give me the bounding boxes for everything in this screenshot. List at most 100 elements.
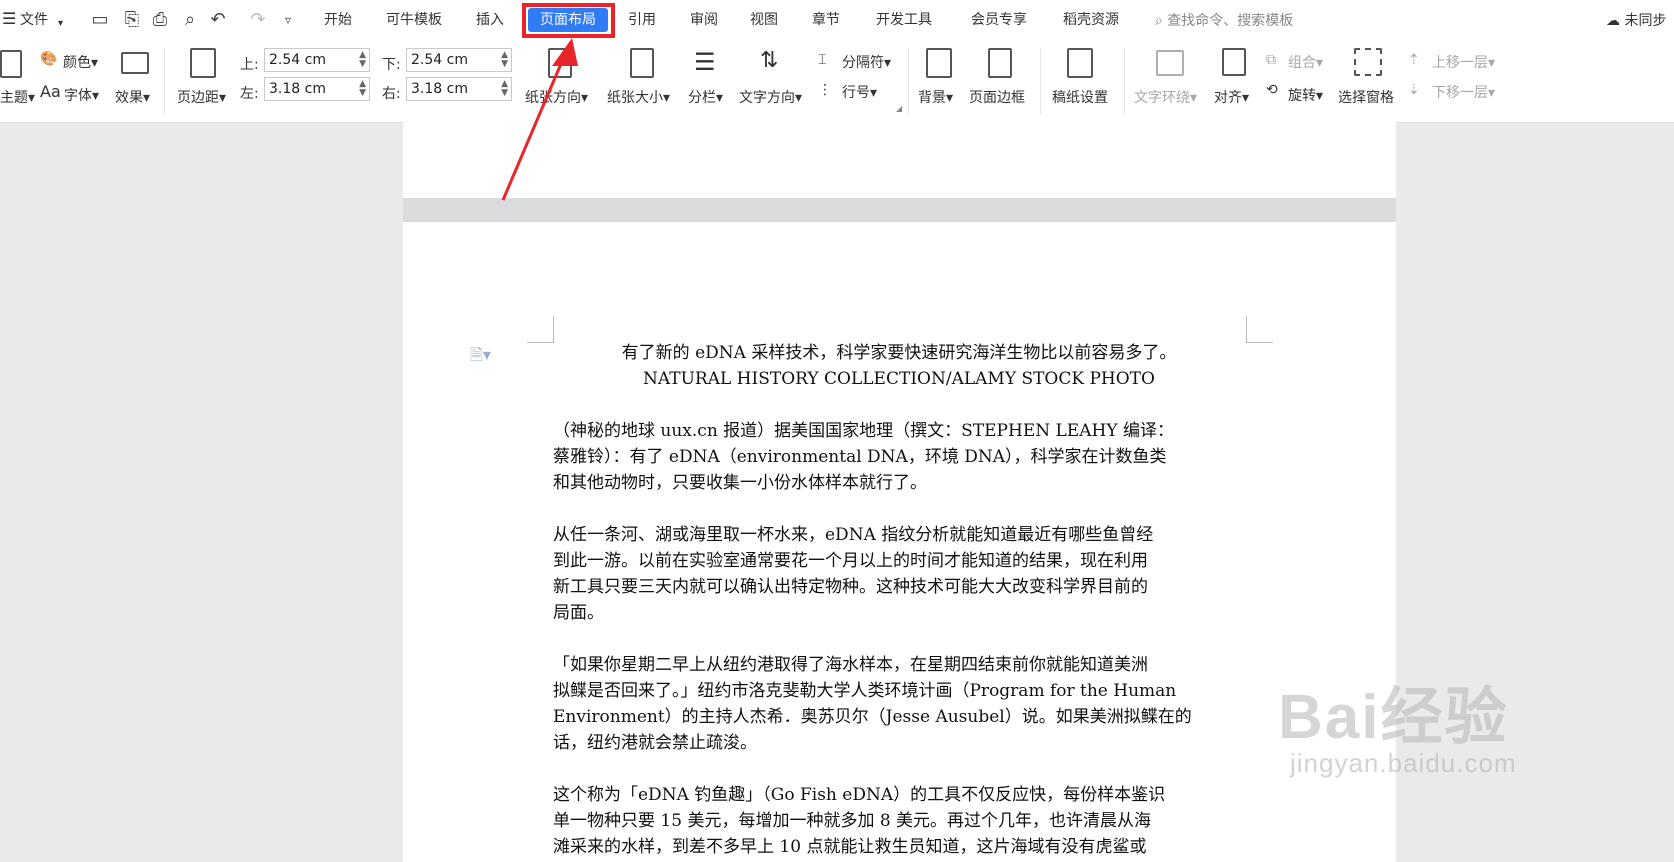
wrap-text-icon[interactable] [1156, 50, 1184, 76]
selection-pane-button[interactable]: 选择窗格 [1338, 87, 1394, 107]
ribbon-separator [164, 48, 165, 114]
page-border-icon[interactable] [988, 48, 1012, 78]
send-backward-icon: ⇣ [1408, 82, 1420, 98]
columns-icon: ☰ [694, 48, 716, 76]
image-caption-line-1: 有了新的 eDNA 采样技术，科学家要快速研究海洋生物比以前容易多了。 [621, 343, 1177, 363]
page-border-button[interactable]: 页面边框 [969, 87, 1025, 107]
tab-developer[interactable]: 开发工具 [876, 10, 932, 30]
customize-toolbar-icon[interactable]: ▿ [278, 10, 298, 30]
effect-button[interactable]: 效果▾ [115, 87, 150, 107]
margin-top-input[interactable]: 2.54 cm ▲ ▼ [264, 48, 370, 72]
document-body[interactable]: 有了新的 eDNA 采样技术，科学家要快速研究海洋生物比以前容易多了。 NATU… [553, 340, 1245, 860]
margin-right-input[interactable]: 3.18 cm ▲ ▼ [406, 77, 512, 101]
font-aa-icon: Aa [40, 82, 61, 101]
manuscript-icon[interactable] [1067, 48, 1093, 78]
wrap-text-button[interactable]: 文字环绕▾ [1134, 87, 1197, 107]
text-line: 这个称为「eDNA 钓鱼趣」（Go Fish eDNA）的工具不仅反应快，每份样… [553, 785, 1166, 805]
text-direction-icon: ⇅ [760, 48, 779, 73]
file-menu[interactable]: 文件 [20, 10, 48, 30]
paragraph-handle-icon[interactable]: 🗎▾ [470, 344, 491, 371]
image-caption-line-2: NATURAL HISTORY COLLECTION/ALAMY STOCK P… [643, 369, 1155, 389]
margin-bottom-label: 下: [382, 57, 401, 73]
save-icon[interactable]: ▭ [90, 10, 110, 30]
baidu-watermark-logo: Bai经验 [1278, 683, 1509, 752]
background-icon[interactable] [926, 48, 952, 78]
margin-right-spinner-icon[interactable]: ▲ ▼ [501, 80, 508, 98]
send-backward-button[interactable]: 下移一层▾ [1432, 82, 1495, 102]
bring-forward-button[interactable]: 上移一层▾ [1432, 52, 1495, 72]
paragraph: 「如果你星期二早上从纽约港取得了海水样本，在星期四结束前你就能知道美洲 拟鲽是否… [553, 652, 1245, 756]
paragraph: 这个称为「eDNA 钓鱼趣」（Go Fish eDNA）的工具不仅反应快，每份样… [553, 782, 1245, 860]
print-preview-icon[interactable]: ⌕ [180, 10, 200, 30]
highlight-box [522, 3, 615, 38]
tab-templates[interactable]: 可牛模板 [386, 10, 442, 30]
selection-pane-icon[interactable] [1354, 48, 1382, 76]
margin-left-spinner-icon[interactable]: ▲ ▼ [359, 80, 366, 98]
margin-bottom-input[interactable]: 2.54 cm ▲ ▼ [406, 48, 512, 72]
effect-icon[interactable] [121, 52, 149, 74]
columns-button[interactable]: 分栏▾ [688, 87, 723, 107]
baidu-watermark-url: jingyan.baidu.com [1290, 748, 1517, 778]
paper-size-button[interactable]: 纸张大小▾ [607, 87, 670, 107]
page-setup-launcher-icon[interactable]: ◢ [896, 104, 902, 113]
text-line: 话，纽约港就会禁止疏浚。 [553, 733, 757, 753]
paragraph: 从任一条河、湖或海里取一杯水来，eDNA 指纹分析就能知道最近有哪些鱼曾经 到此… [553, 522, 1245, 626]
breaks-button[interactable]: 分隔符▾ [842, 52, 891, 72]
margin-bottom-spinner-icon[interactable]: ▲ ▼ [501, 51, 508, 69]
group-button[interactable]: 组合▾ [1288, 52, 1323, 72]
palette-icon: 🎨 [40, 51, 58, 67]
tab-insert[interactable]: 插入 [476, 10, 504, 30]
theme-icon[interactable] [0, 50, 22, 78]
background-button[interactable]: 背景▾ [918, 87, 953, 107]
text-line: 到此一游。以前在实验室通常要花一个月以上的时间才能知道的结果，现在利用 [553, 551, 1148, 571]
text-line: 滩采来的水样，到差不多早上 10 点就能让救生员知道，这片海域有没有虎鲨或 [553, 837, 1147, 857]
crop-mark-top-right [1246, 316, 1273, 343]
file-menu-chevron-down-icon[interactable]: ▾ [58, 14, 63, 34]
menu-bar: ☰ 文件 ▾ ▭ ⎘ ⎙ ⌕ ↶ ↷ ▿ 开始 可牛模板 插入 页面布局 引用 … [0, 0, 1674, 42]
text-line: 新工具只要三天内就可以确认出特定物种。这种技术可能大大改变科学界目前的 [553, 577, 1148, 597]
manuscript-button[interactable]: 稿纸设置 [1052, 87, 1108, 107]
orientation-button[interactable]: 纸张方向▾ [525, 87, 588, 107]
tab-references[interactable]: 引用 [628, 10, 656, 30]
line-numbers-button[interactable]: 行号▾ [842, 82, 877, 102]
align-button[interactable]: 对齐▾ [1214, 87, 1249, 107]
tab-view[interactable]: 视图 [750, 10, 778, 30]
text-line: 蔡雅铃）：有了 eDNA（environmental DNA，环境 DNA），科… [553, 447, 1167, 467]
crop-mark-top-left [527, 316, 554, 343]
text-line: 局面。 [553, 603, 604, 623]
undo-icon[interactable]: ↶ [208, 10, 228, 30]
margin-left-input[interactable]: 3.18 cm ▲ ▼ [264, 77, 370, 101]
redo-icon[interactable]: ↷ [248, 10, 268, 30]
print-icon[interactable]: ⎙ [150, 10, 170, 30]
line-numbers-icon: ⋮ [818, 82, 832, 98]
cloud-icon: ☁ [1606, 13, 1620, 29]
font-button[interactable]: 字体▾ [64, 85, 99, 105]
align-icon[interactable] [1222, 48, 1246, 76]
orientation-icon[interactable] [548, 48, 572, 78]
color-button[interactable]: 颜色▾ [63, 52, 98, 72]
margin-top-spinner-icon[interactable]: ▲ ▼ [359, 51, 366, 69]
theme-button[interactable]: 主题▾ [0, 87, 35, 107]
hamburger-menu-icon[interactable]: ☰ [2, 9, 16, 29]
group-icon: ⧉ [1266, 52, 1276, 68]
text-line: 拟鲽是否回来了。」纽约市洛克斐勒大学人类环境计画（Program for the… [553, 681, 1177, 701]
margins-button[interactable]: 页边距▾ [177, 87, 226, 107]
paper-size-icon[interactable] [630, 48, 654, 78]
tab-home[interactable]: 开始 [324, 10, 352, 30]
text-line: （神秘的地球 uux.cn 报道）据美国国家地理（撰文：STEPHEN LEAH… [553, 421, 1174, 441]
tab-docer-resources[interactable]: 稻壳资源 [1063, 10, 1119, 30]
tab-member[interactable]: 会员专享 [971, 10, 1027, 30]
export-icon[interactable]: ⎘ [122, 10, 142, 30]
text-line: 「如果你星期二早上从纽约港取得了海水样本，在星期四结束前你就能知道美洲 [553, 655, 1148, 675]
bring-forward-icon: ⇡ [1408, 52, 1420, 68]
text-line: 从任一条河、湖或海里取一杯水来，eDNA 指纹分析就能知道最近有哪些鱼曾经 [553, 525, 1154, 545]
tab-review[interactable]: 审阅 [690, 10, 718, 30]
text-direction-button[interactable]: 文字方向▾ [739, 87, 802, 107]
tab-chapter[interactable]: 章节 [812, 10, 840, 30]
rotate-button[interactable]: 旋转▾ [1288, 85, 1323, 105]
sync-status[interactable]: ☁ 未同步 [1606, 10, 1666, 30]
ribbon-separator [1124, 48, 1125, 114]
margins-icon[interactable] [190, 48, 216, 78]
page-gap [403, 198, 1396, 222]
command-search[interactable]: ⌕ 查找命令、搜索模板 [1155, 10, 1293, 30]
